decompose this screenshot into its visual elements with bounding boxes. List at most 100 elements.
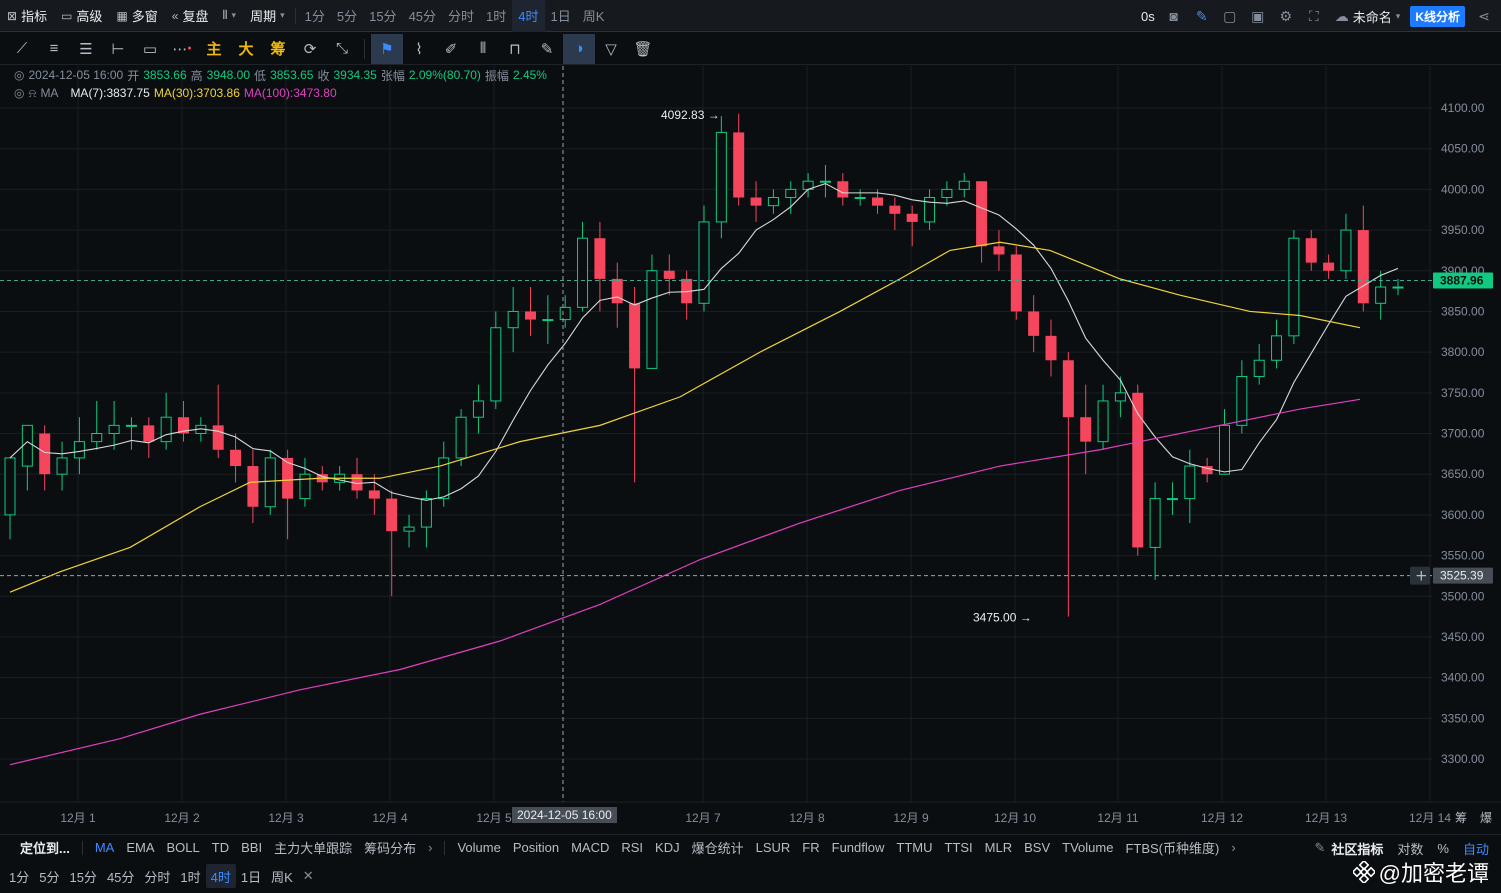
horizontal-ray-icon[interactable]: ⊢ <box>102 34 134 64</box>
chips-button[interactable]: 筹 <box>262 34 294 64</box>
interval-1m[interactable]: 1分 <box>299 0 331 32</box>
y-tick-label: 3750.00 <box>1441 386 1485 400</box>
camera-icon[interactable]: ◙ <box>1165 8 1183 24</box>
toggle-eye-icon[interactable]: ◎ <box>14 68 24 82</box>
bottom-interval-15m[interactable]: 15分 <box>64 864 101 888</box>
indicator-boll[interactable]: BOLL <box>161 840 206 855</box>
indicator-liquidation[interactable]: 爆仓统计 <box>686 838 750 857</box>
indicator-bsv[interactable]: BSV <box>1018 840 1056 855</box>
edit-icon[interactable]: ✎ <box>1314 840 1325 856</box>
indicator-mlr[interactable]: MLR <box>979 840 1018 855</box>
candlestick-tool-icon[interactable]: ⫴ <box>467 34 499 64</box>
more-tools-icon[interactable]: ⋯ ● <box>166 34 198 64</box>
refresh-icon[interactable]: ⟳ <box>294 34 326 64</box>
toggle-eye-icon[interactable]: ◎ <box>14 86 24 100</box>
ruler-icon[interactable]: ⌇ <box>403 34 435 64</box>
share-icon[interactable]: ⋖ <box>1475 8 1493 25</box>
horizontal-lines-icon[interactable]: ☰ <box>70 34 102 64</box>
interval-5m[interactable]: 5分 <box>331 0 363 32</box>
period-button[interactable]: 周期 ▾ <box>243 0 292 32</box>
percent-toggle[interactable]: % <box>1437 841 1449 856</box>
bottom-interval-45m[interactable]: 45分 <box>102 864 139 888</box>
candle-body-up <box>767 197 779 207</box>
indicator-ftbs[interactable]: FTBS(币种维度) <box>1119 838 1225 857</box>
indicator-chips[interactable]: 筹码分布 <box>358 838 422 857</box>
bottom-interval-5m[interactable]: 5分 <box>34 864 64 888</box>
kline-analysis-button[interactable]: K线分析 <box>1410 5 1465 27</box>
community-indicators[interactable]: 社区指标 <box>1331 839 1383 858</box>
interval-1w[interactable]: 周K <box>577 0 611 32</box>
trend-line-icon[interactable]: ⟋ <box>6 34 38 64</box>
candle-body-up <box>472 400 484 418</box>
x-tick-label: 12月 4 <box>372 811 408 825</box>
x-tick-label: 12月 14 <box>1408 811 1452 825</box>
layout-name[interactable]: 未命名 <box>1353 7 1392 26</box>
candle-body-up <box>1340 229 1352 272</box>
candlestick-chart[interactable]: 3300.00 3350.00 3400.00 3450.00 3500.00 3550.… <box>0 66 1501 804</box>
indicator-kdj[interactable]: KDJ <box>649 840 686 855</box>
indicator-position[interactable]: Position <box>507 840 565 855</box>
indicator-tvolume[interactable]: TVolume <box>1056 840 1119 855</box>
multi-window-button[interactable]: ▦ 多窗 <box>109 0 164 32</box>
bottom-interval-1w[interactable]: 周K <box>266 864 298 888</box>
interval-45m[interactable]: 45分 <box>403 0 442 32</box>
filter-icon[interactable]: ▽ <box>595 34 627 64</box>
brush-icon[interactable]: ✐ <box>435 34 467 64</box>
settings-icon[interactable]: ⚙ <box>1277 8 1295 25</box>
locate-button[interactable]: 定位到... <box>14 838 76 857</box>
auto-scale-toggle[interactable]: 自动 <box>1463 839 1489 858</box>
advanced-button[interactable]: ▭ 高级 <box>54 0 109 32</box>
trash-icon[interactable]: 🗑 <box>627 34 659 64</box>
indicator-volume[interactable]: Volume <box>451 840 506 855</box>
candle-body-down <box>837 181 849 198</box>
indicator-macd[interactable]: MACD <box>565 840 615 855</box>
pen-icon[interactable]: ✎ <box>1193 8 1211 25</box>
measure-icon[interactable]: ⤡ <box>326 34 358 64</box>
bottom-interval-1d[interactable]: 1日 <box>236 864 266 888</box>
lock-icon[interactable]: ⊓ <box>499 34 531 64</box>
interval-4h[interactable]: 4时 <box>512 0 545 32</box>
close-icon[interactable]: ✕ <box>298 864 319 888</box>
indicator-ttsi[interactable]: TTSI <box>939 840 979 855</box>
indicator-fundflow[interactable]: Fundflow <box>826 840 891 855</box>
indicator-bbi[interactable]: BBI <box>235 840 268 855</box>
bottom-interval-time[interactable]: 分时 <box>139 864 175 888</box>
comment-icon[interactable]: ▢ <box>1221 8 1239 25</box>
rectangle-icon[interactable]: ▭ <box>134 34 166 64</box>
image-icon[interactable]: ▣ <box>1249 8 1267 25</box>
drawing-toolbar: ⟋ ≡ ☰ ⊢ ▭ ⋯ ● 主 大 筹 ⟳ ⤡ ⚑ ⌇ ✐ ⫴ ⊓ ✎ ◑ ▽ 🗑 <box>0 33 1501 65</box>
log-scale-toggle[interactable]: 对数 <box>1397 839 1423 858</box>
chevron-right-icon[interactable]: › <box>1225 840 1241 855</box>
main-force-button[interactable]: 主 <box>198 34 230 64</box>
liquidation-axis-label[interactable]: 爆 <box>1480 809 1492 826</box>
bookmark-icon[interactable]: ⚑ <box>371 33 403 64</box>
indicator-ttmu[interactable]: TTMU <box>890 840 938 855</box>
indicator-ema[interactable]: EMA <box>120 840 160 855</box>
bottom-interval-1h[interactable]: 1时 <box>175 864 205 888</box>
big-order-button[interactable]: 大 <box>230 34 262 64</box>
chips-axis-label[interactable]: 筹 <box>1455 809 1467 826</box>
chart-type-button[interactable]: ⫴ ▾ <box>216 0 244 32</box>
indicator-fr[interactable]: FR <box>796 840 825 855</box>
interval-1h[interactable]: 1时 <box>480 0 512 32</box>
fullscreen-icon[interactable]: ⛶ <box>1305 8 1323 25</box>
interval-1d[interactable]: 1日 <box>545 0 577 32</box>
bottom-interval-4h[interactable]: 4时 <box>205 864 236 888</box>
magnet-icon[interactable]: ◑ <box>563 33 595 64</box>
interval-15m[interactable]: 15分 <box>363 0 402 32</box>
cloud-icon[interactable]: ☁ <box>1333 8 1351 25</box>
indicator-main-force[interactable]: 主力大单跟踪 <box>268 838 358 857</box>
indicator-lsur[interactable]: LSUR <box>750 840 797 855</box>
interval-time[interactable]: 分时 <box>442 0 480 32</box>
edit-icon[interactable]: ✎ <box>531 34 563 64</box>
bottom-interval-1m[interactable]: 1分 <box>4 864 34 888</box>
candle-body-down <box>1010 254 1022 312</box>
indicator-rsi[interactable]: RSI <box>615 840 649 855</box>
parallel-lines-icon[interactable]: ≡ <box>38 34 70 64</box>
chevron-right-icon[interactable]: › <box>422 840 438 855</box>
alert-icon[interactable]: ⍾ <box>28 86 36 101</box>
replay-button[interactable]: «复盘 <box>165 0 216 32</box>
indicator-td[interactable]: TD <box>206 840 235 855</box>
indicator-ma[interactable]: MA <box>89 840 121 855</box>
indicators-button[interactable]: ⊠ 指标 <box>0 0 54 32</box>
